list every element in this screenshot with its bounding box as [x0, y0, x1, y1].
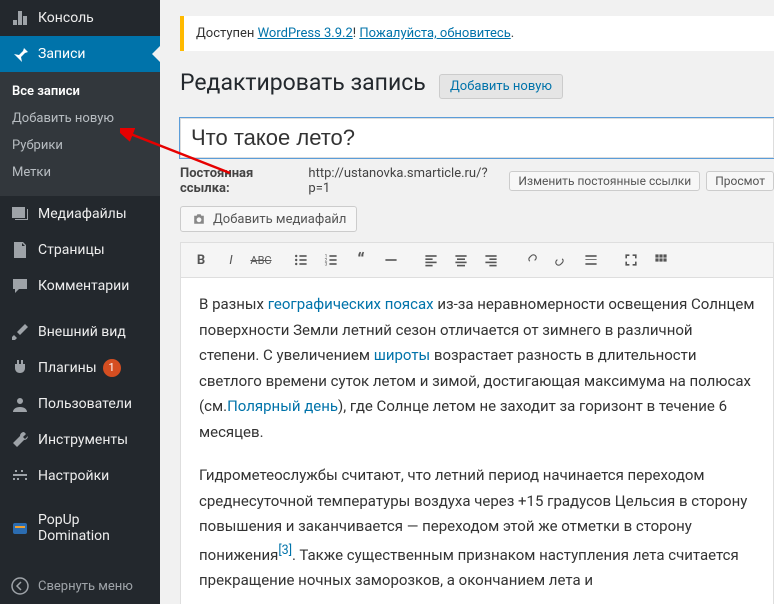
- notice-text: Доступен: [196, 26, 258, 41]
- editor-content[interactable]: В разных географических поясах из-за нер…: [180, 277, 774, 604]
- submenu-categories[interactable]: Рубрики: [0, 132, 160, 159]
- page-title: Редактировать запись: [180, 69, 426, 96]
- sidebar-item-posts[interactable]: Записи: [0, 36, 160, 72]
- sidebar-item-dashboard[interactable]: Консоль: [0, 0, 160, 36]
- main-content: Доступен WordPress 3.9.2! Пожалуйста, об…: [160, 0, 774, 604]
- submenu-add-new[interactable]: Добавить новую: [0, 105, 160, 132]
- add-media-label: Добавить медиафайл: [213, 212, 346, 227]
- link-button[interactable]: [517, 247, 545, 273]
- sidebar-item-media[interactable]: Медиафайлы: [0, 196, 160, 232]
- sidebar-item-settings[interactable]: Настройки: [0, 458, 160, 494]
- bullet-list-button[interactable]: [287, 247, 315, 273]
- collapse-icon: [10, 576, 30, 596]
- pages-icon: [10, 240, 30, 260]
- admin-sidebar: Консоль Записи Все записи Добавить новую…: [0, 0, 160, 604]
- update-link[interactable]: Пожалуйста, обновитесь: [359, 26, 510, 41]
- sidebar-item-label: Внешний вид: [38, 324, 126, 340]
- update-notice: Доступен WordPress 3.9.2! Пожалуйста, об…: [180, 16, 774, 51]
- sidebar-item-comments[interactable]: Комментарии: [0, 268, 160, 304]
- edit-permalink-button[interactable]: Изменить постоянные ссылки: [509, 171, 700, 191]
- blockquote-button[interactable]: “: [347, 247, 375, 273]
- permalink-row: Постоянная ссылка: http://ustanovka.smar…: [180, 166, 774, 196]
- collapse-label: Свернуть меню: [38, 579, 133, 594]
- italic-button[interactable]: I: [217, 247, 245, 273]
- permalink-label: Постоянная ссылка:: [180, 166, 302, 196]
- comments-icon: [10, 276, 30, 296]
- plugin-icon: [10, 358, 30, 378]
- content-link[interactable]: географических поясах: [268, 295, 434, 313]
- content-link[interactable]: широты: [374, 346, 430, 364]
- sidebar-item-plugins[interactable]: Плагины 1: [0, 350, 160, 386]
- sidebar-item-label: Настройки: [38, 468, 109, 484]
- sidebar-item-label: Консоль: [38, 10, 94, 26]
- add-new-button[interactable]: Добавить новую: [439, 74, 563, 99]
- sidebar-item-popup-domination[interactable]: PopUp Domination: [0, 504, 160, 552]
- sidebar-item-label: Пользователи: [38, 396, 132, 412]
- sidebar-item-label: Комментарии: [38, 278, 129, 294]
- wp-version-link[interactable]: WordPress 3.9.2: [258, 26, 353, 41]
- brush-icon: [10, 322, 30, 342]
- submenu-tags[interactable]: Метки: [0, 159, 160, 186]
- settings-icon: [10, 466, 30, 486]
- sidebar-item-label: PopUp Domination: [38, 512, 152, 544]
- toolbar-toggle-button[interactable]: [647, 247, 675, 273]
- submenu-all-posts[interactable]: Все записи: [0, 78, 160, 105]
- unlink-button[interactable]: [547, 247, 575, 273]
- hr-button[interactable]: [377, 247, 405, 273]
- collapse-menu[interactable]: Свернуть меню: [0, 568, 160, 604]
- permalink-url: http://ustanovka.smarticle.ru/?p=1: [308, 166, 503, 196]
- add-media-button[interactable]: Добавить медиафайл: [180, 206, 357, 232]
- sidebar-item-label: Записи: [38, 46, 86, 62]
- bold-button[interactable]: B: [187, 247, 215, 273]
- align-right-button[interactable]: [477, 247, 505, 273]
- post-title-input[interactable]: [180, 118, 774, 158]
- pin-icon: [10, 44, 30, 64]
- sidebar-item-label: Инструменты: [38, 432, 128, 448]
- svg-text:3: 3: [325, 262, 328, 268]
- sidebar-submenu-posts: Все записи Добавить новую Рубрики Метки: [0, 72, 160, 196]
- editor-toolbar: B I ABC 123 “: [180, 242, 774, 277]
- strikethrough-button[interactable]: ABC: [247, 247, 275, 273]
- users-icon: [10, 394, 30, 414]
- numbered-list-button[interactable]: 123: [317, 247, 345, 273]
- sidebar-item-label: Страницы: [38, 242, 105, 258]
- notice-text: .: [511, 26, 514, 41]
- sidebar-item-users[interactable]: Пользователи: [0, 386, 160, 422]
- sidebar-item-label: Плагины: [38, 360, 97, 376]
- sidebar-item-label: Медиафайлы: [38, 206, 127, 222]
- view-post-button[interactable]: Просмот: [706, 171, 774, 191]
- fullscreen-button[interactable]: [617, 247, 645, 273]
- media-icon: [10, 204, 30, 224]
- popup-icon: [10, 518, 30, 538]
- sidebar-item-appearance[interactable]: Внешний вид: [0, 314, 160, 350]
- sidebar-item-tools[interactable]: Инструменты: [0, 422, 160, 458]
- plugins-update-badge: 1: [103, 359, 121, 377]
- more-button[interactable]: [577, 247, 605, 273]
- sidebar-item-pages[interactable]: Страницы: [0, 232, 160, 268]
- camera-icon: [191, 211, 207, 227]
- editor-text: В разных: [199, 295, 268, 313]
- align-left-button[interactable]: [417, 247, 445, 273]
- content-link[interactable]: Полярный день: [227, 397, 338, 415]
- footnote-link[interactable]: [3]: [278, 543, 292, 558]
- dashboard-icon: [10, 8, 30, 28]
- tools-icon: [10, 430, 30, 450]
- align-center-button[interactable]: [447, 247, 475, 273]
